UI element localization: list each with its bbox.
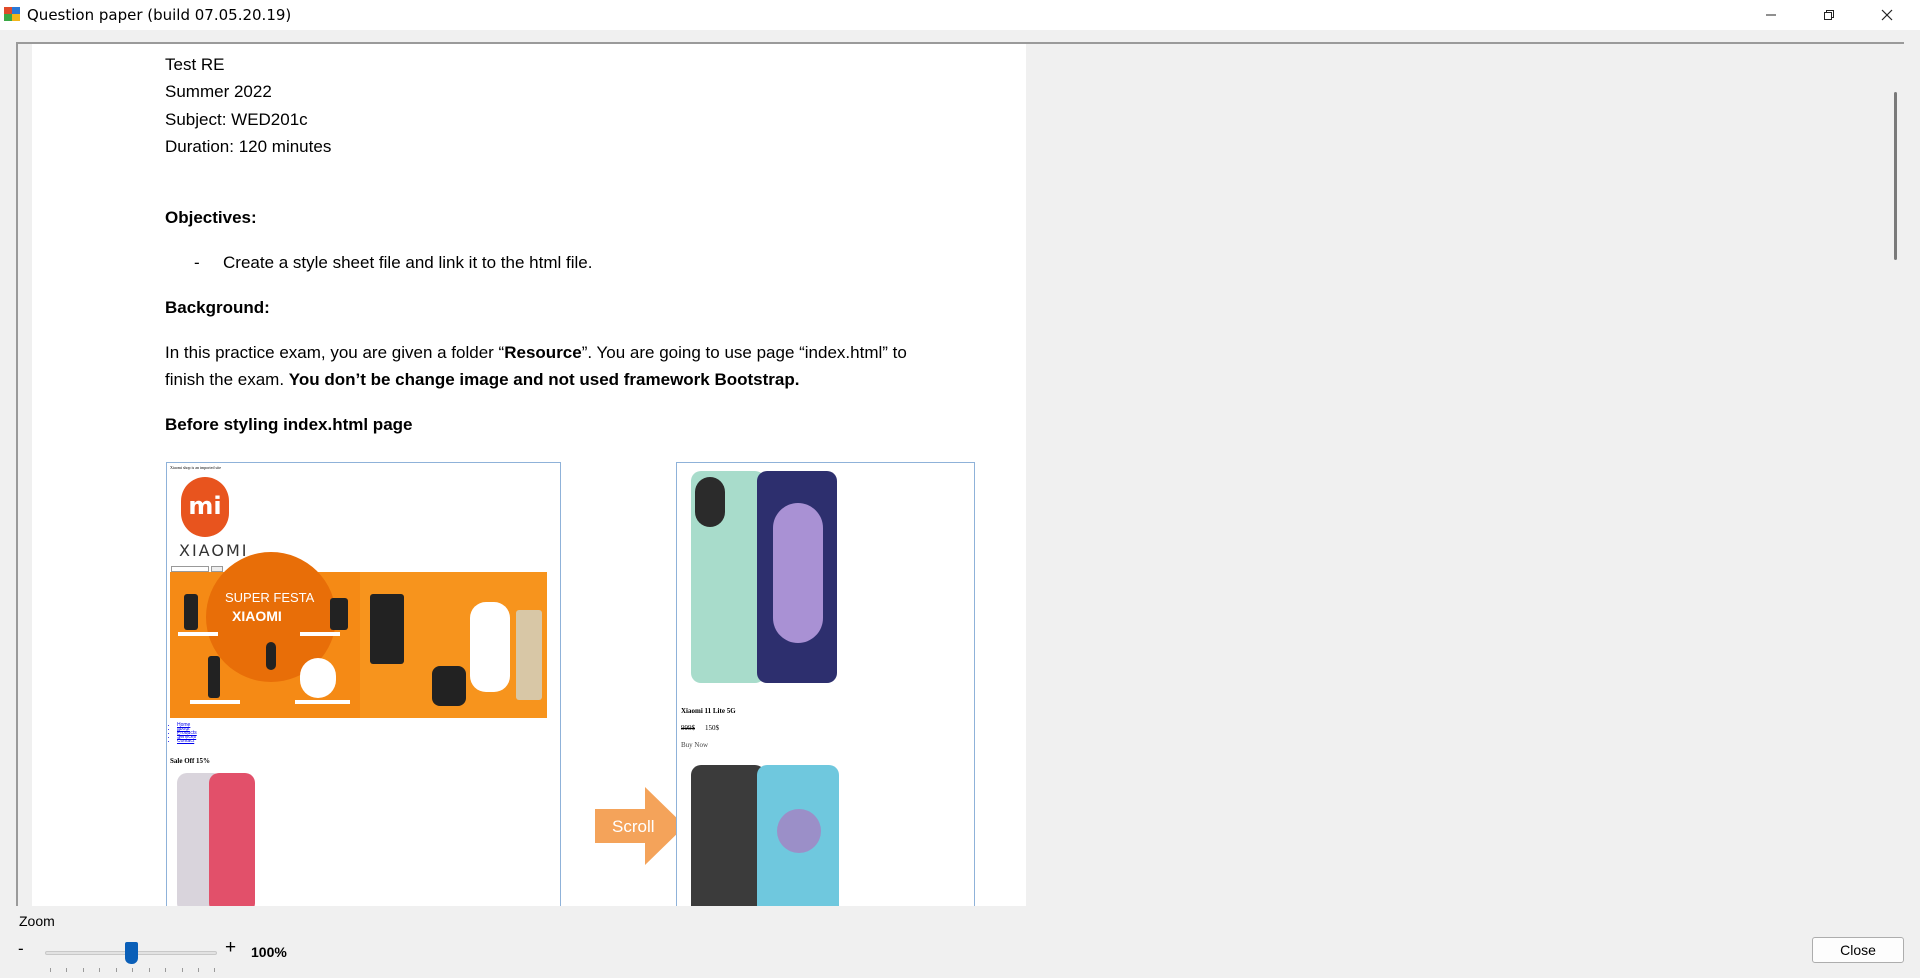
zoom-out-button[interactable]: - bbox=[18, 939, 24, 959]
close-icon bbox=[1881, 9, 1893, 21]
objectives-heading: Objectives: bbox=[165, 208, 257, 227]
shot1-nav-list: Home about Products Services Contact bbox=[177, 723, 197, 744]
document-page: Test RE Summer 2022 Subject: WED201c Dur… bbox=[32, 44, 1026, 906]
shot1-nav-item: Contact bbox=[177, 739, 197, 744]
xiaomi-brand-word: XIAOMI bbox=[179, 541, 249, 560]
before-screenshot-right: Xiaomi 11 Lite 5G 999$ 150$ Buy Now bbox=[676, 462, 975, 906]
banner-shelf bbox=[178, 632, 218, 636]
before-styling-heading: Before styling index.html page bbox=[165, 415, 413, 434]
bg-p1-bold: Resource bbox=[504, 343, 582, 362]
xiaomi-logo: mi bbox=[181, 477, 229, 537]
slider-tick bbox=[165, 968, 166, 972]
minimize-icon bbox=[1766, 14, 1776, 16]
vertical-scrollbar[interactable] bbox=[1886, 44, 1904, 906]
document-viewer[interactable]: Test RE Summer 2022 Subject: WED201c Dur… bbox=[16, 42, 1904, 906]
scrollbar-thumb[interactable] bbox=[1894, 92, 1897, 260]
bg-p1-end: ”. You are going to use page “index.html… bbox=[581, 343, 907, 362]
banner-phone bbox=[208, 656, 220, 698]
background-paragraph-line-1: In this practice exam, you are given a f… bbox=[165, 343, 907, 363]
header-line-2: Summer 2022 bbox=[165, 82, 272, 101]
shot2-buy-link: Buy Now bbox=[681, 741, 709, 749]
objective-item: Create a style sheet file and link it to… bbox=[223, 253, 593, 272]
shot2-old-price: 999$ bbox=[681, 724, 695, 732]
banner-camera bbox=[470, 602, 510, 692]
promo-banner: SUPER FESTA XIAOMI bbox=[170, 552, 547, 718]
close-button[interactable]: Close bbox=[1812, 937, 1904, 963]
zoom-in-button[interactable]: + bbox=[225, 937, 236, 959]
before-screenshot-left: Xiaomi shop is an imported site mi XIAOM… bbox=[166, 462, 561, 906]
shot2-phone2-back bbox=[691, 765, 765, 906]
bg-p2-bold: You don’t be change image and not used f… bbox=[288, 370, 800, 389]
restore-button[interactable] bbox=[1800, 0, 1858, 30]
zoom-slider-ticks bbox=[50, 968, 215, 973]
shot2-product-name: Xiaomi 11 Lite 5G bbox=[681, 707, 736, 715]
zoom-slider-thumb[interactable] bbox=[125, 942, 138, 964]
shot2-camera-module bbox=[695, 477, 725, 527]
shot2-new-price: 150$ bbox=[705, 724, 719, 732]
banner-power-bank bbox=[516, 610, 542, 700]
header-line-3: Subject: WED201c bbox=[165, 110, 308, 129]
close-window-button[interactable] bbox=[1858, 0, 1916, 30]
banner-shelf bbox=[300, 632, 340, 636]
slider-tick bbox=[66, 968, 67, 972]
zoom-value: 100% bbox=[251, 944, 287, 960]
title-bar: Question paper (build 07.05.20.19) bbox=[0, 0, 1920, 30]
bg-p2-start: finish the exam. bbox=[165, 370, 289, 389]
header-line-4: Duration: 120 minutes bbox=[165, 137, 332, 156]
banner-title-line-1: SUPER FESTA bbox=[225, 590, 315, 605]
slider-tick bbox=[50, 968, 51, 972]
banner-phone bbox=[330, 598, 348, 630]
background-paragraph-line-2: finish the exam. You don’t be change ima… bbox=[165, 370, 799, 390]
banner-shelf bbox=[190, 700, 240, 704]
shot2-phone2-sphere bbox=[777, 809, 821, 853]
objective-bullet: - bbox=[194, 253, 200, 272]
slider-tick bbox=[116, 968, 117, 972]
shot1-phone-front bbox=[209, 773, 255, 906]
slider-tick bbox=[182, 968, 183, 972]
slider-tick bbox=[99, 968, 100, 972]
shot2-phone-wallpaper bbox=[773, 503, 823, 643]
shot1-tiny-header: Xiaomi shop is an imported site bbox=[170, 465, 221, 470]
zoom-label: Zoom bbox=[19, 913, 55, 929]
banner-phone bbox=[184, 594, 198, 630]
minimize-button[interactable] bbox=[1742, 0, 1800, 30]
banner-band bbox=[266, 642, 276, 670]
banner-title-line-2: XIAOMI bbox=[232, 608, 282, 624]
bg-p1-start: In this practice exam, you are given a f… bbox=[165, 343, 505, 362]
app-icon bbox=[4, 7, 20, 21]
background-heading: Background: bbox=[165, 298, 270, 317]
mi-logo-text: mi bbox=[188, 492, 222, 520]
banner-speaker bbox=[432, 666, 466, 706]
slider-tick bbox=[132, 968, 133, 972]
slider-tick bbox=[149, 968, 150, 972]
banner-shelf bbox=[295, 700, 350, 704]
slider-tick bbox=[83, 968, 84, 972]
shot1-sale-heading: Sale Off 15% bbox=[170, 757, 211, 765]
banner-tablet bbox=[370, 594, 404, 664]
slider-tick bbox=[198, 968, 199, 972]
header-line-1: Test RE bbox=[165, 55, 225, 74]
banner-robot-vacuum bbox=[300, 658, 336, 698]
scroll-arrow-label: Scroll bbox=[612, 817, 655, 836]
slider-tick bbox=[214, 968, 215, 972]
window-title: Question paper (build 07.05.20.19) bbox=[27, 6, 292, 24]
restore-icon bbox=[1824, 10, 1834, 20]
